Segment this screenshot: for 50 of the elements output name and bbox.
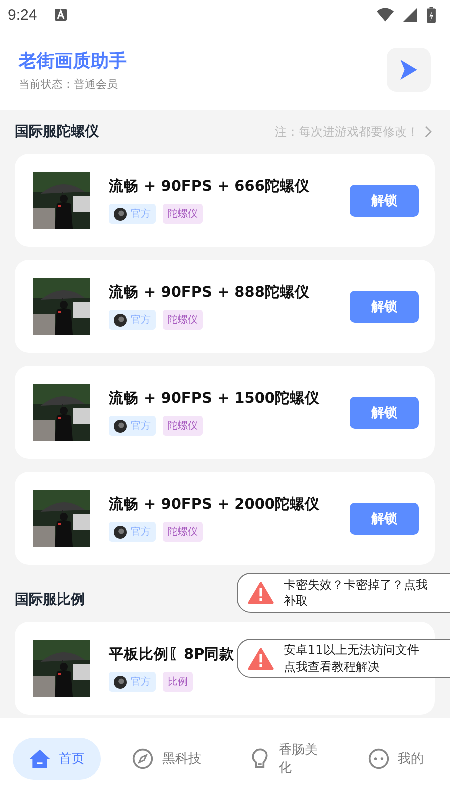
tag-label: 官方	[131, 526, 151, 539]
compass-icon	[132, 748, 154, 770]
section-title: 国际服比例	[15, 591, 85, 609]
nav-tab[interactable]: 我的	[352, 738, 440, 780]
home-icon	[29, 748, 51, 770]
item-title: 平板比例〖8P同款	[109, 646, 235, 664]
category-tag: 陀螺仪	[163, 204, 203, 224]
item-title: 流畅 + 90FPS + 666陀螺仪	[109, 178, 310, 196]
app-title: 老街画质助手	[19, 50, 128, 72]
category-tag: 陀螺仪	[163, 416, 203, 436]
play-icon	[399, 59, 419, 81]
avatar-icon	[114, 314, 127, 326]
warning-icon	[248, 648, 274, 670]
battery-icon	[427, 7, 436, 23]
avatar-icon	[114, 208, 127, 220]
tag-label: 官方	[131, 420, 151, 433]
unlock-button[interactable]: 解锁	[350, 502, 419, 534]
nav-tab[interactable]: 香肠美化	[232, 738, 337, 780]
signal-icon	[402, 8, 419, 22]
status-time: 9:24	[8, 6, 38, 24]
toast-message: 安卓11以上无法访问文件 点我查看教程解决	[284, 642, 420, 675]
nav-tab[interactable]: 黑科技	[116, 738, 218, 780]
section-title: 国际服陀螺仪	[15, 123, 99, 141]
notification-icon	[55, 9, 68, 21]
tag-label: 官方	[131, 314, 151, 327]
category-tag: 陀螺仪	[163, 522, 203, 542]
warning-toast[interactable]: 安卓11以上无法访问文件 点我查看教程解决	[237, 639, 450, 678]
unlock-button[interactable]: 解锁	[350, 290, 419, 322]
item-title: 流畅 + 90FPS + 2000陀螺仪	[109, 496, 320, 514]
unlock-button[interactable]: 解锁	[350, 396, 419, 428]
toast-message: 卡密失效？卡密掉了？点我 补取	[284, 576, 428, 610]
section-note: 注：每次进游戏都要修改！	[275, 124, 419, 140]
face-icon	[368, 748, 390, 770]
wifi-icon	[377, 8, 394, 22]
avatar-icon	[114, 676, 127, 688]
member-status: 当前状态：普通会员	[19, 76, 119, 92]
warning-icon	[248, 582, 274, 604]
tag-label: 官方	[131, 676, 151, 689]
warning-toast[interactable]: 卡密失效？卡密掉了？点我 补取	[237, 573, 450, 613]
item-title: 流畅 + 90FPS + 1500陀螺仪	[109, 390, 320, 408]
item-title: 流畅 + 90FPS + 888陀螺仪	[109, 284, 310, 302]
avatar-icon	[114, 526, 127, 538]
category-tag: 陀螺仪	[163, 310, 203, 330]
avatar-icon	[114, 420, 127, 432]
category-tag: 比例	[163, 672, 193, 692]
play-button[interactable]	[387, 48, 431, 92]
nav-tab[interactable]: 首页	[13, 738, 101, 780]
chevron-right-icon[interactable]	[425, 126, 432, 138]
unlock-button[interactable]: 解锁	[350, 184, 419, 216]
tag-label: 官方	[131, 208, 151, 221]
